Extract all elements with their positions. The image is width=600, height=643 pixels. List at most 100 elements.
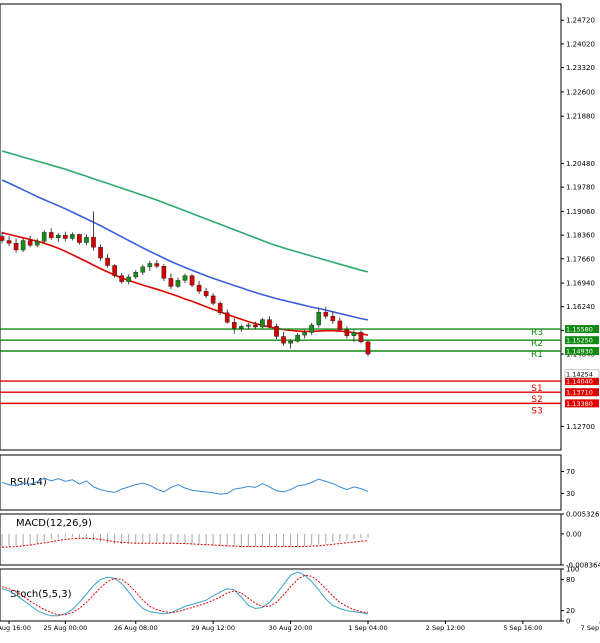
- stoch-tick-label: 80: [566, 576, 575, 584]
- candle-body: [253, 324, 258, 328]
- candle-body: [309, 324, 315, 333]
- candle: [365, 340, 371, 357]
- y-tick-label: 1.18360: [566, 232, 595, 240]
- candle-body: [337, 320, 343, 330]
- candle-body: [20, 240, 26, 251]
- y-tick-label: 1.20480: [566, 160, 595, 168]
- candle-body: [147, 263, 153, 268]
- level-price-label: 1.14930: [566, 348, 593, 356]
- stoch-tick-label: 20: [566, 607, 575, 615]
- level-name-r3: R3: [531, 328, 543, 338]
- current-price-label: 1.14254: [566, 370, 593, 378]
- level-price-label: 1.15580: [566, 326, 593, 334]
- candle-body: [133, 272, 139, 278]
- x-tick-label: 30 Aug 20:00: [269, 624, 313, 632]
- candle-body: [34, 240, 40, 246]
- panel-frame-main: [0, 3, 562, 451]
- candle-body: [281, 336, 286, 344]
- candle-body: [295, 334, 300, 342]
- stoch-tick-label: 100: [566, 566, 579, 574]
- candle-body: [274, 326, 279, 337]
- rsi-title: RSI(14): [10, 477, 47, 488]
- candle-body: [260, 319, 265, 328]
- x-tick-label: 2 Sep 12:00: [426, 624, 465, 632]
- candle-body: [267, 319, 272, 327]
- y-tick-label: 1.21880: [566, 113, 595, 121]
- candle: [161, 264, 167, 282]
- macd-tick-label: 0.005326: [566, 511, 600, 519]
- candle-body: [55, 234, 61, 239]
- candle-body: [344, 329, 350, 336]
- candle-body: [161, 265, 167, 279]
- y-tick-label: 1.22600: [566, 88, 595, 96]
- y-tick-label: 1.16240: [566, 303, 595, 311]
- candle-body: [84, 236, 89, 243]
- candle-body: [0, 236, 5, 241]
- candle-body: [189, 275, 195, 286]
- y-tick-label: 1.16940: [566, 280, 595, 288]
- macd-tick-label: 0.00: [566, 530, 582, 538]
- candle-body: [140, 266, 146, 273]
- candle-body: [224, 312, 230, 323]
- candle-body: [126, 276, 132, 282]
- stoch-title: Stoch(5,5,3): [10, 589, 72, 600]
- rsi-tick-label: 70: [566, 468, 575, 476]
- candle-body: [48, 232, 54, 239]
- macd-title: MACD(12,26,9): [16, 518, 92, 529]
- panel-frame-stoch: [0, 568, 562, 622]
- candle: [217, 301, 223, 315]
- candle-body: [175, 280, 181, 287]
- y-tick-label: 1.24020: [566, 40, 595, 48]
- candle-body: [196, 284, 202, 292]
- candle-body: [154, 263, 160, 267]
- candle-body: [119, 275, 124, 282]
- candle: [189, 274, 195, 288]
- candle-body: [182, 275, 188, 281]
- candle-body: [231, 322, 237, 329]
- candle-body: [77, 234, 82, 243]
- candle-body: [41, 232, 47, 242]
- candle-body: [288, 341, 293, 344]
- candle-body: [330, 316, 336, 322]
- y-tick-label: 1.24720: [566, 17, 595, 25]
- x-tick-label: 24 Aug 16:00: [0, 624, 31, 632]
- stoch-tick-label: 0: [566, 618, 570, 626]
- y-tick-label: 1.17660: [566, 255, 595, 263]
- candle-body: [246, 324, 251, 327]
- rsi-tick-label: 30: [566, 490, 575, 498]
- x-tick-label: 7 Sep 00:00: [581, 624, 600, 632]
- y-tick-label: 1.23320: [566, 64, 595, 72]
- trading-chart: 1.24720 1.24020 1.23320 1.22600 1.21880 1.204…: [0, 0, 600, 639]
- level-name-s3: S3: [531, 406, 542, 416]
- candle: [358, 330, 364, 344]
- candle-body: [365, 341, 371, 355]
- x-tick-label: 29 Aug 12:00: [191, 624, 235, 632]
- level-price-label: 1.15250: [566, 337, 593, 345]
- candle-body: [168, 278, 174, 287]
- y-tick-label: 1.19780: [566, 184, 595, 192]
- candle-body: [210, 295, 216, 304]
- candle-body: [63, 234, 68, 239]
- y-tick-label: 1.19060: [566, 208, 595, 216]
- x-tick-label: 26 Aug 08:00: [114, 624, 158, 632]
- candle-body: [112, 265, 117, 276]
- level-name-r1: R1: [531, 350, 543, 360]
- candle-body: [358, 332, 364, 343]
- candle-body: [238, 326, 244, 329]
- chart-canvas: 1.24720 1.24020 1.23320 1.22600 1.21880 1.204…: [0, 3, 600, 632]
- candle: [20, 238, 26, 253]
- candle-body: [302, 332, 307, 336]
- candle: [260, 318, 265, 329]
- level-name-r2: R2: [531, 339, 543, 349]
- x-tick-label: 5 Sep 16:00: [503, 624, 542, 632]
- candle-body: [27, 240, 33, 246]
- level-price-label: 1.13710: [566, 389, 593, 397]
- x-tick-label: 1 Sep 04:00: [348, 624, 387, 632]
- candle-body: [98, 247, 103, 259]
- level-price-label: 1.13380: [566, 400, 593, 408]
- x-tick-label: 25 Aug 00:00: [43, 624, 87, 632]
- candle: [41, 230, 47, 244]
- candle-body: [6, 240, 12, 244]
- candle-body: [217, 303, 223, 314]
- candle: [112, 264, 117, 278]
